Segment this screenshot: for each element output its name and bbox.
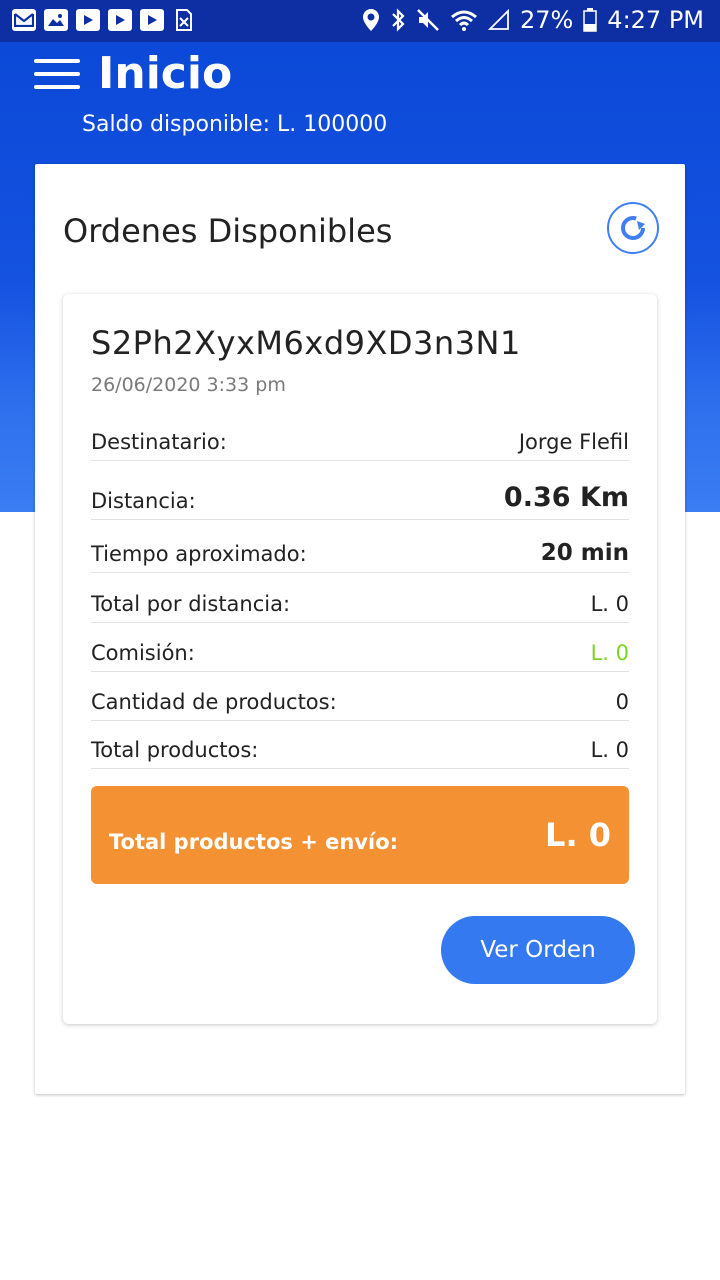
youtube-icon: [140, 9, 164, 31]
grand-total-label: Total productos + envío:: [109, 830, 399, 854]
grand-total-box: Total productos + envío: L. 0: [91, 786, 629, 884]
row-value: L. 0: [590, 592, 629, 616]
order-card: S2Ph2XyxM6xd9XD3n3N1 26/06/2020 3:33 pm …: [63, 294, 657, 1024]
youtube-icon: [76, 9, 100, 31]
row-value: 0: [615, 690, 629, 714]
row-distancia: Distancia: 0.36 Km: [91, 482, 629, 520]
mute-icon: [417, 9, 439, 31]
battery-icon: [583, 8, 598, 32]
balance-label: Saldo disponible: L. 100000: [82, 112, 388, 137]
row-label: Destinatario:: [91, 430, 227, 454]
refresh-button[interactable]: [607, 202, 659, 254]
ver-orden-button[interactable]: Ver Orden: [441, 916, 635, 984]
row-comision: Comisión: L. 0: [91, 641, 629, 672]
system-icons: 27% 4:27 PM: [362, 6, 704, 34]
app-bar: Inicio Saldo disponible: L. 100000: [0, 42, 720, 162]
row-value: L. 0: [590, 738, 629, 762]
hamburger-menu-icon[interactable]: [34, 57, 82, 93]
clock: 4:27 PM: [607, 6, 704, 34]
order-id: S2Ph2XyxM6xd9XD3n3N1: [91, 324, 521, 362]
grand-total-value: L. 0: [545, 816, 611, 854]
battery-percent: 27%: [519, 6, 574, 34]
status-bar: 27% 4:27 PM: [0, 0, 720, 42]
row-value: 0.36 Km: [503, 482, 629, 513]
page-title: Inicio: [98, 48, 233, 99]
row-value: Jorge Flefil: [518, 430, 629, 454]
row-label: Distancia:: [91, 489, 196, 513]
sim-icon: [172, 9, 196, 31]
signal-icon: [487, 9, 509, 30]
row-total-distancia: Total por distancia: L. 0: [91, 592, 629, 623]
bluetooth-icon: [392, 8, 405, 32]
row-label: Total por distancia:: [91, 592, 291, 616]
gallery-icon: [44, 9, 68, 31]
row-destinatario: Destinatario: Jorge Flefil: [91, 430, 629, 461]
row-label: Total productos:: [91, 738, 259, 762]
row-label: Comisión:: [91, 641, 195, 665]
row-label: Tiempo aproximado:: [91, 542, 307, 566]
order-date: 26/06/2020 3:33 pm: [91, 374, 286, 396]
refresh-icon: [621, 216, 645, 240]
panel-title: Ordenes Disponibles: [63, 212, 393, 250]
youtube-icon: [108, 9, 132, 31]
row-tiempo: Tiempo aproximado: 20 min: [91, 540, 629, 573]
row-value: 20 min: [540, 540, 629, 566]
gmail-icon: [12, 9, 36, 31]
row-cantidad-productos: Cantidad de productos: 0: [91, 690, 629, 721]
row-value: L. 0: [590, 641, 629, 665]
row-total-productos: Total productos: L. 0: [91, 738, 629, 769]
wifi-icon: [450, 10, 477, 31]
row-label: Cantidad de productos:: [91, 690, 337, 714]
orders-panel: Ordenes Disponibles S2Ph2XyxM6xd9XD3n3N1…: [35, 164, 685, 1094]
notification-icons: [12, 9, 196, 31]
location-icon: [362, 9, 379, 31]
screen: 27% 4:27 PM Inicio Saldo disponible: L. …: [0, 0, 720, 1280]
